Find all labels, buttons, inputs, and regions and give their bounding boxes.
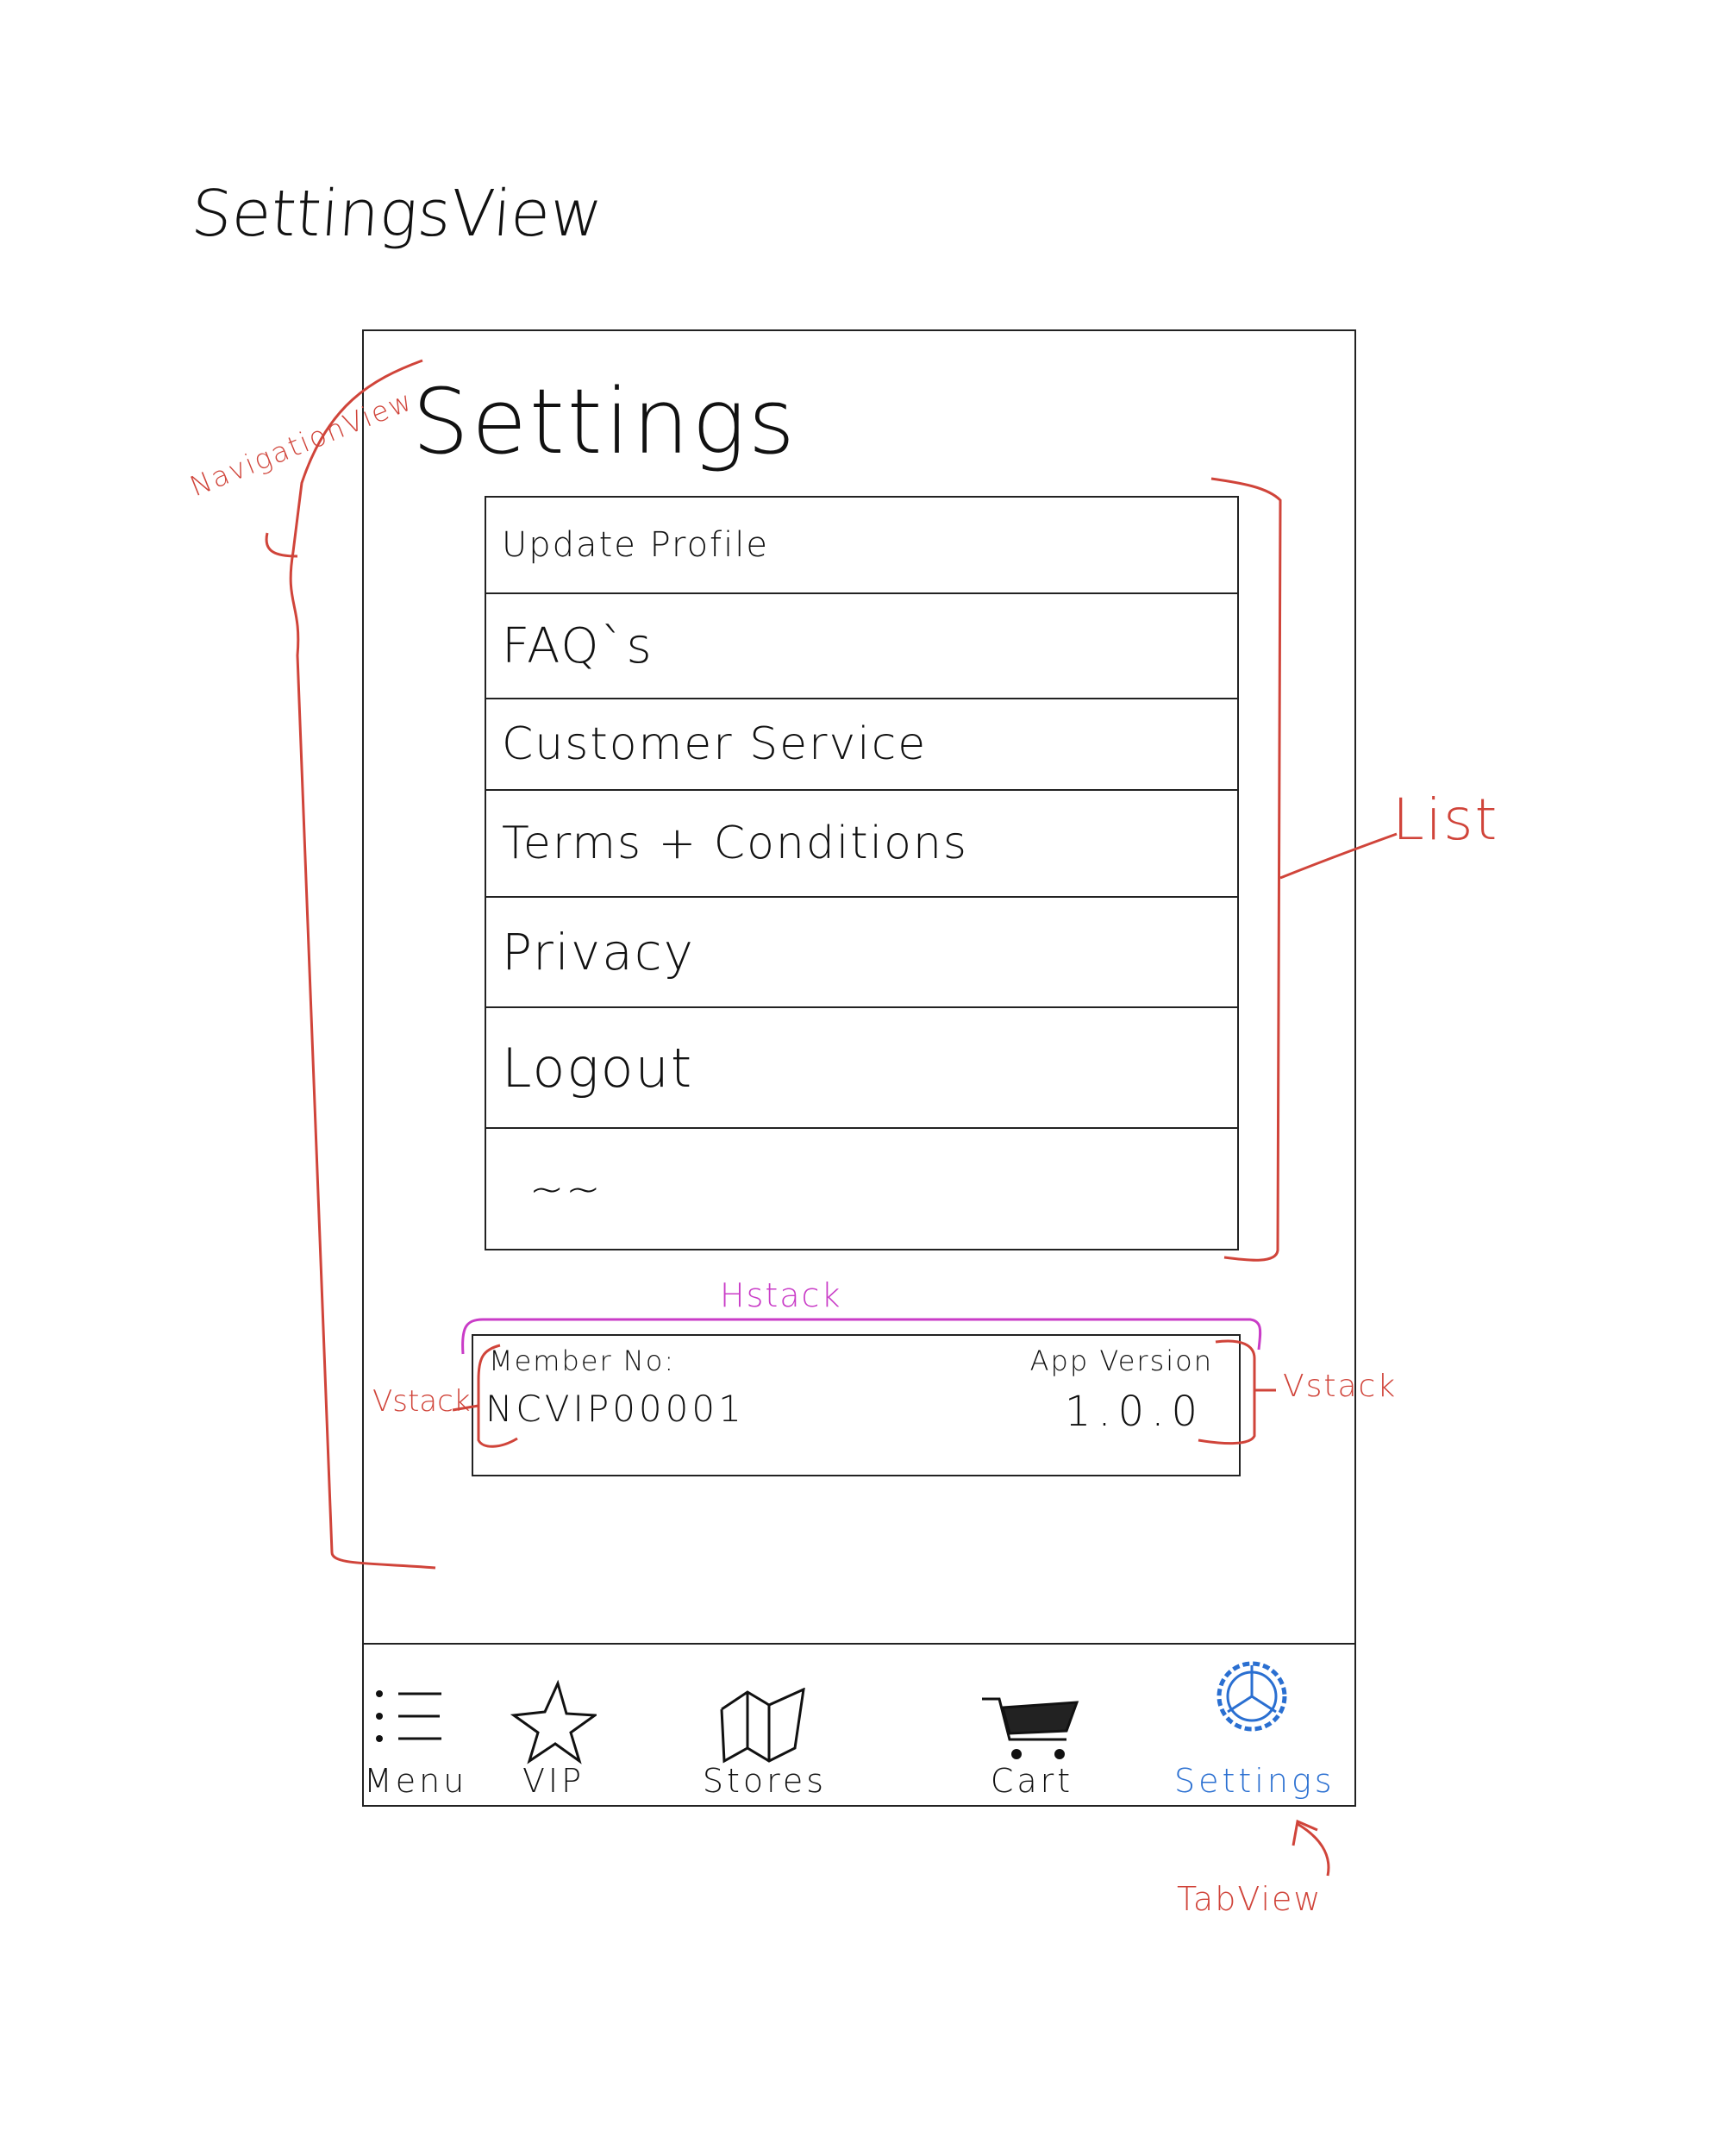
annotation-strokes <box>265 359 1398 1877</box>
annotation-list: List <box>1392 787 1499 853</box>
annotation-vstack-right: Vstack <box>1283 1369 1398 1404</box>
annotation-tab-view: TabView <box>1177 1880 1323 1918</box>
annotation-vstack-left: Vstack <box>372 1384 471 1419</box>
annotation-hstack: Hstack <box>720 1276 842 1314</box>
